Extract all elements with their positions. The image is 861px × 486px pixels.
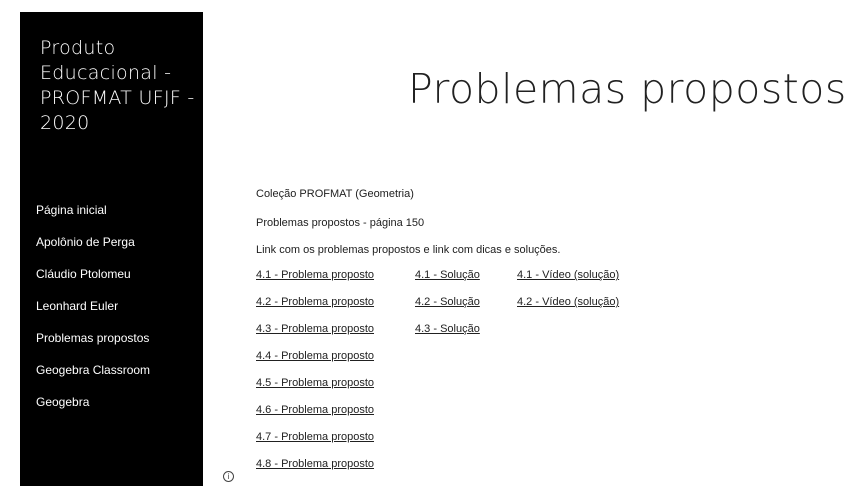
nav-item-geogebra[interactable]: Geogebra <box>36 386 150 418</box>
problem-link-4-1[interactable]: 4.1 - Problema proposto <box>256 269 374 281</box>
nav-item-apolonio-de-perga[interactable]: Apolônio de Perga <box>36 226 150 258</box>
problem-link-4-4[interactable]: 4.4 - Problema proposto <box>256 350 374 362</box>
solution-link-4-3[interactable]: 4.3 - Solução <box>415 323 480 335</box>
collection-text: Coleção PROFMAT (Geometria) <box>256 188 414 200</box>
subtitle-text: Problemas propostos - página 150 <box>256 217 425 229</box>
video-link-4-2[interactable]: 4.2 - Vídeo (solução) <box>517 296 619 308</box>
solution-link-4-1[interactable]: 4.1 - Solução <box>415 269 480 281</box>
nav-item-pagina-inicial[interactable]: Página inicial <box>36 194 150 226</box>
sidebar: Produto Educacional - PROFMAT UFJF - 202… <box>20 12 203 486</box>
info-icon[interactable]: i <box>223 471 234 482</box>
solution-link-4-2[interactable]: 4.2 - Solução <box>415 296 480 308</box>
nav-item-problemas-propostos[interactable]: Problemas propostos <box>36 322 150 354</box>
problem-link-4-8[interactable]: 4.8 - Problema proposto <box>256 458 374 470</box>
problem-link-4-3[interactable]: 4.3 - Problema proposto <box>256 323 374 335</box>
nav-item-geogebra-classroom[interactable]: Geogebra Classroom <box>36 354 150 386</box>
page-title: Problemas propostos <box>408 65 847 113</box>
video-link-4-1[interactable]: 4.1 - Vídeo (solução) <box>517 269 619 281</box>
problem-link-4-7[interactable]: 4.7 - Problema proposto <box>256 431 374 443</box>
sidebar-nav: Página inicial Apolônio de Perga Cláudio… <box>36 194 150 418</box>
description-text: Link com os problemas propostos e link c… <box>256 244 561 256</box>
problem-link-4-2[interactable]: 4.2 - Problema proposto <box>256 296 374 308</box>
site-title[interactable]: Produto Educacional - PROFMAT UFJF - 202… <box>40 36 200 136</box>
problem-link-4-6[interactable]: 4.6 - Problema proposto <box>256 404 374 416</box>
problem-link-4-5[interactable]: 4.5 - Problema proposto <box>256 377 374 389</box>
nav-item-leonhard-euler[interactable]: Leonhard Euler <box>36 290 150 322</box>
nav-item-claudio-ptolomeu[interactable]: Cláudio Ptolomeu <box>36 258 150 290</box>
